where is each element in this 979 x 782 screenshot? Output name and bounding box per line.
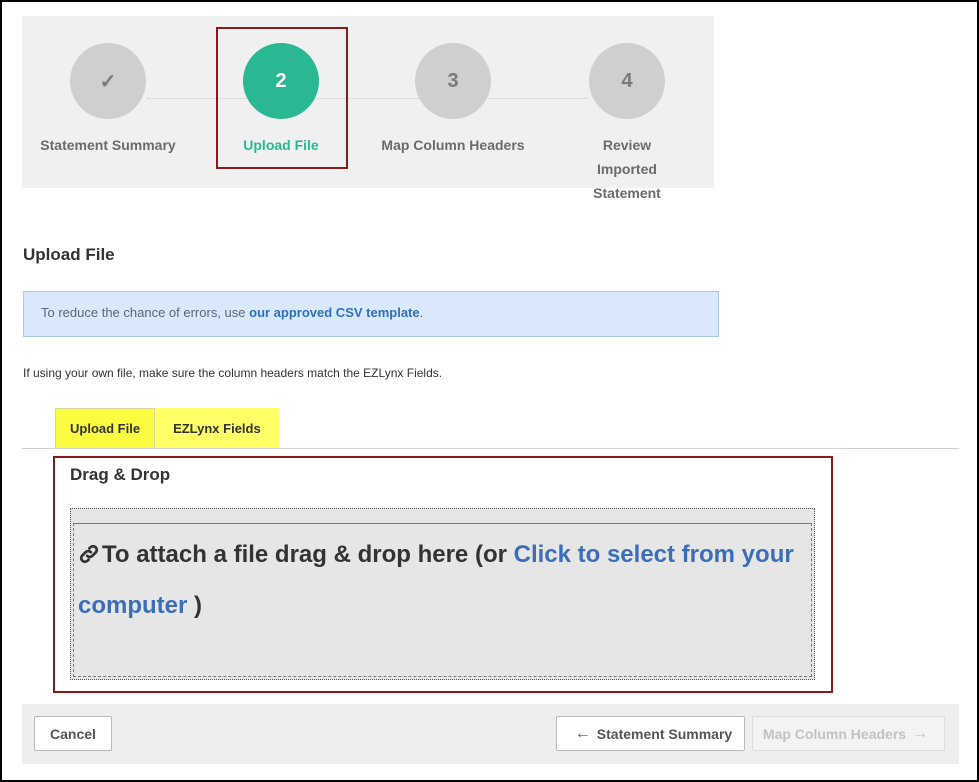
info-alert: To reduce the chance of errors, use our … (23, 291, 719, 337)
dropzone-message: To attach a file drag & drop here (or Cl… (78, 531, 798, 630)
alert-text: To reduce the chance of errors, use (41, 305, 250, 320)
file-dropzone[interactable]: To attach a file drag & drop here (or Cl… (70, 508, 815, 680)
back-button-label: Statement Summary (596, 725, 733, 742)
alert-suffix: . (419, 305, 424, 320)
next-button[interactable]: Map Column Headers → (752, 716, 945, 751)
step-label: Statement Summary (40, 137, 176, 153)
tab-ezlynx-fields[interactable]: EZLynx Fields (155, 408, 279, 448)
arrow-right-icon: → (912, 724, 929, 742)
tab-bar: Upload File EZLynx Fields (55, 408, 279, 448)
annotation-highlight-active-step (216, 27, 348, 169)
drag-drop-title: Drag & Drop (70, 465, 171, 484)
step-label: Review Imported Statement (593, 137, 661, 201)
step-label: Map Column Headers (381, 137, 525, 153)
link-icon (78, 534, 100, 582)
cancel-button[interactable]: Cancel (34, 716, 112, 751)
next-button-label: Map Column Headers (762, 725, 907, 742)
back-button[interactable]: ← Statement Summary (556, 716, 745, 751)
arrow-left-icon: ← (574, 724, 591, 742)
progress-stepper: ✓ Statement Summary 2 Upload File 3 Map … (22, 16, 714, 201)
dropzone-text: To attach a file drag & drop here (or (102, 541, 514, 568)
stepper-connector (147, 98, 587, 99)
tab-upload-file[interactable]: Upload File (55, 408, 156, 448)
csv-template-link[interactable]: our approved CSV template (249, 305, 419, 320)
page-title: Upload File (23, 245, 115, 264)
header-note: If using your own file, make sure the co… (23, 366, 443, 380)
footer-bar: Cancel ← Statement Summary Map Column Hea… (22, 704, 959, 764)
step-number: 4 (589, 43, 665, 119)
step-number: 3 (415, 43, 491, 119)
dropzone-suffix: ) (187, 592, 203, 619)
tab-divider (22, 448, 959, 449)
checkmark-icon: ✓ (70, 43, 146, 119)
